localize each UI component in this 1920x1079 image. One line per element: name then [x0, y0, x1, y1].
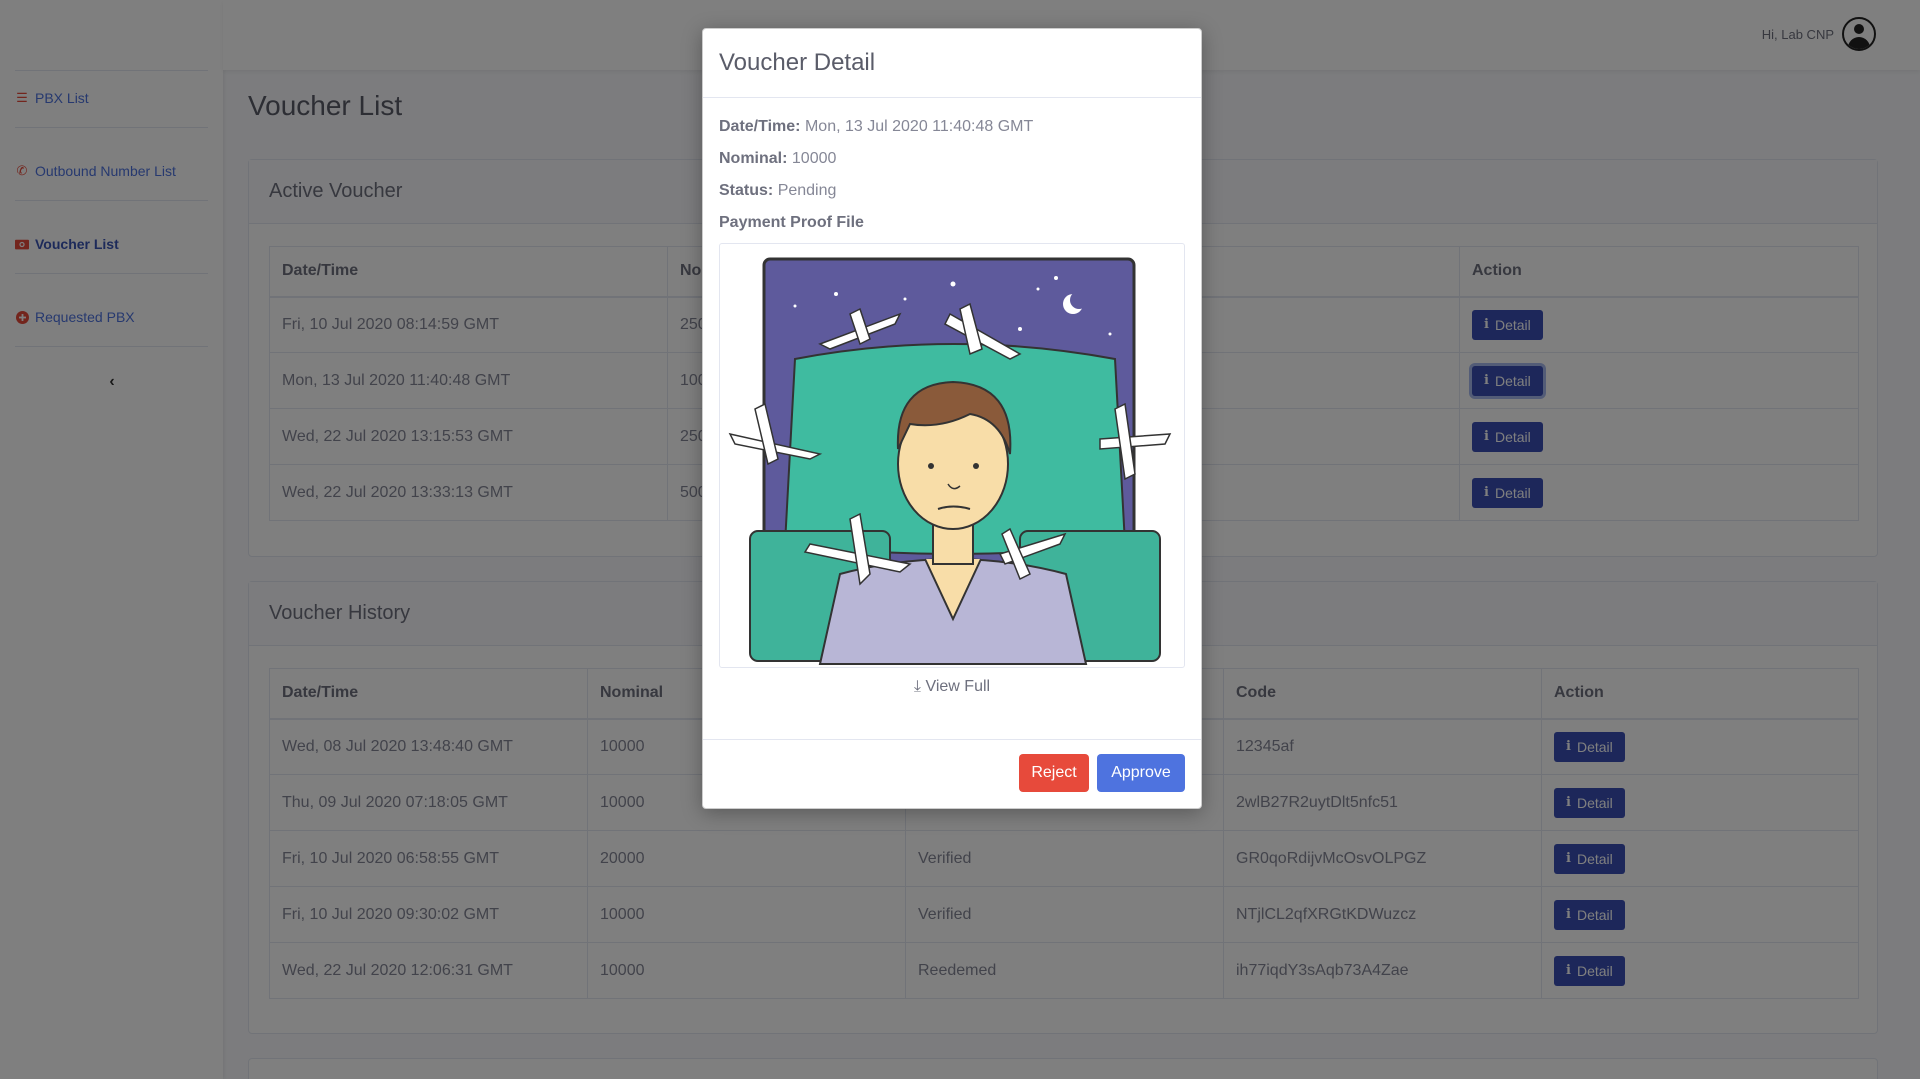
status-field: Status: Pending: [719, 182, 836, 200]
download-icon: ⤓: [913, 678, 921, 695]
reject-button[interactable]: Reject: [1019, 754, 1089, 792]
approve-button[interactable]: Approve: [1097, 754, 1185, 792]
modal-title: Voucher Detail: [703, 29, 1201, 98]
proof-label: Payment Proof File: [719, 214, 864, 231]
field-value: 10000: [791, 150, 837, 167]
field-value: Mon, 13 Jul 2020 11:40:48 GMT: [804, 118, 1034, 135]
field-label: Status:: [719, 182, 774, 199]
voucher-detail-modal: Voucher Detail Date/Time: Mon, 13 Jul 20…: [702, 28, 1202, 809]
datetime-field: Date/Time: Mon, 13 Jul 2020 11:40:48 GMT: [719, 118, 1033, 136]
field-label: Date/Time:: [719, 118, 801, 135]
field-label: Nominal:: [719, 150, 788, 167]
field-value: Pending: [777, 182, 837, 199]
view-full-link[interactable]: ⤓ View Full: [703, 678, 1201, 696]
nominal-field: Nominal: 10000: [719, 150, 836, 168]
payment-proof-image[interactable]: [719, 243, 1185, 668]
